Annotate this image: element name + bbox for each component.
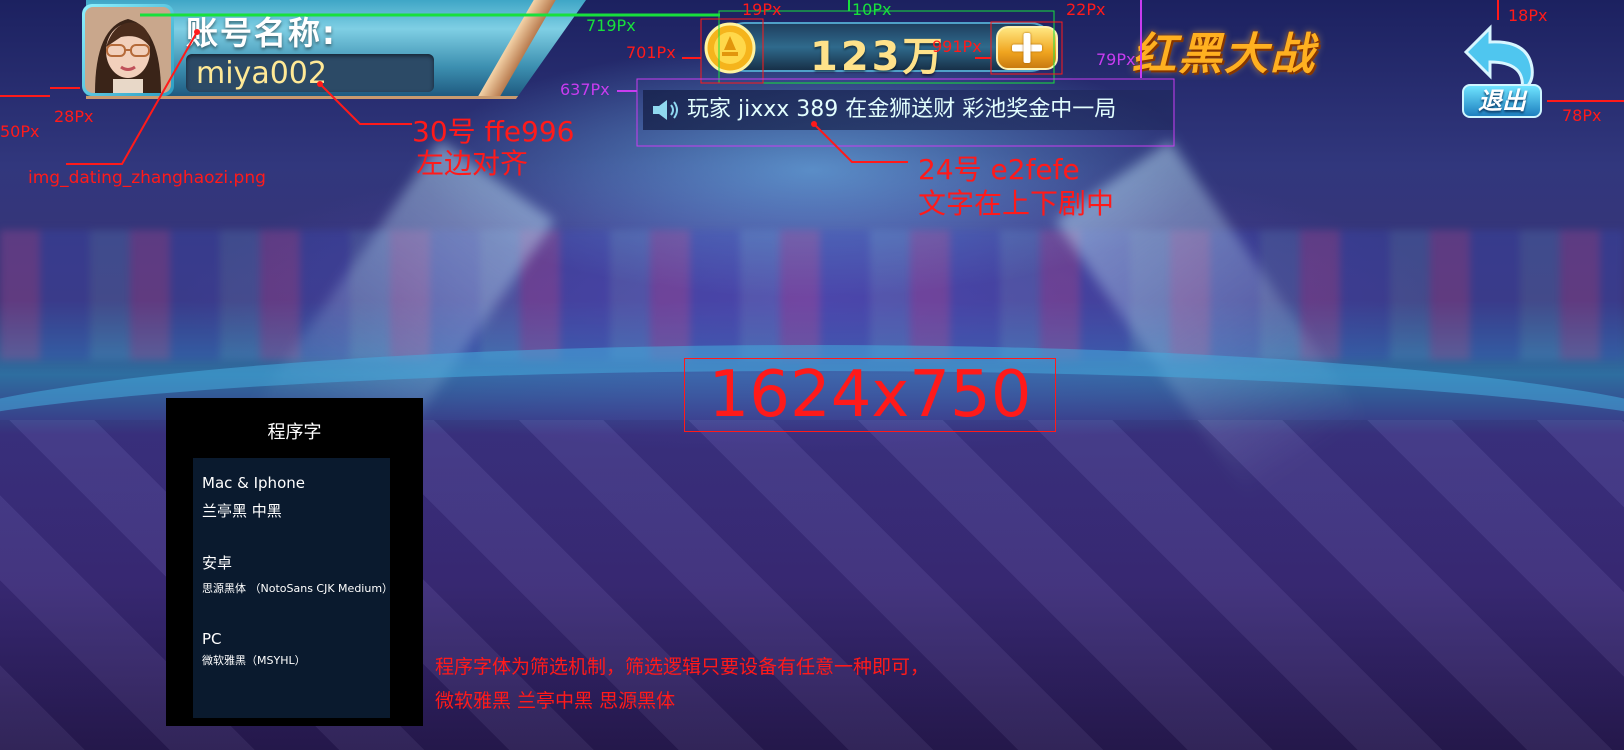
annotation-22px: 22Px: [1066, 0, 1106, 19]
font-android-value: 思源黑体 （NotoSans CJK Medium）: [202, 582, 394, 595]
font-mac-heading: Mac & Iphone: [202, 474, 305, 492]
notice-spec-alignment: 文字在上下剧中: [918, 187, 1115, 220]
account-spec-alignment: 左边对齐: [416, 147, 529, 180]
annotation-637px: 637Px: [560, 80, 610, 99]
annotation-28px: 28Px: [54, 107, 94, 126]
canvas-size-label: 1624x750: [708, 358, 1032, 432]
font-panel-title: 程序字: [267, 422, 322, 443]
annotation-719px: 719Px: [586, 16, 636, 35]
annotation-79px: 79Px: [1096, 50, 1136, 69]
avatar-asset-filename: img_dating_zhanghaozi.png: [28, 168, 266, 188]
annotation-50px: 50Px: [0, 122, 40, 141]
font-android-heading: 安卓: [202, 554, 233, 572]
canvas-size-box: 1624x750: [684, 358, 1056, 432]
annotation-18px: 18Px: [1508, 6, 1548, 25]
annotation-10px: 10Px: [852, 0, 892, 19]
font-rule-note-line2: 微软雅黑 兰亭中黑 思源黑体: [435, 690, 676, 712]
annotation-701px: 701Px: [626, 43, 676, 62]
font-rule-note-line1: 程序字体为筛选机制，筛选逻辑只要设备有任意一种即可，: [435, 656, 930, 678]
font-spec-panel: 程序字 Mac & Iphone 兰亭黑 中黑 安卓 思源黑体 （NotoSan…: [166, 398, 423, 726]
annotation-19px: 19Px: [742, 0, 782, 19]
font-pc-value: 微软雅黑（MSYHL）: [202, 654, 306, 667]
font-mac-value: 兰亭黑 中黑: [202, 502, 282, 520]
font-panel-list: Mac & Iphone 兰亭黑 中黑 安卓 思源黑体 （NotoSans CJ…: [193, 458, 394, 718]
annotation-78px: 78Px: [1562, 106, 1602, 125]
annotation-991px: 991Px: [932, 37, 982, 56]
font-pc-heading: PC: [202, 630, 222, 648]
